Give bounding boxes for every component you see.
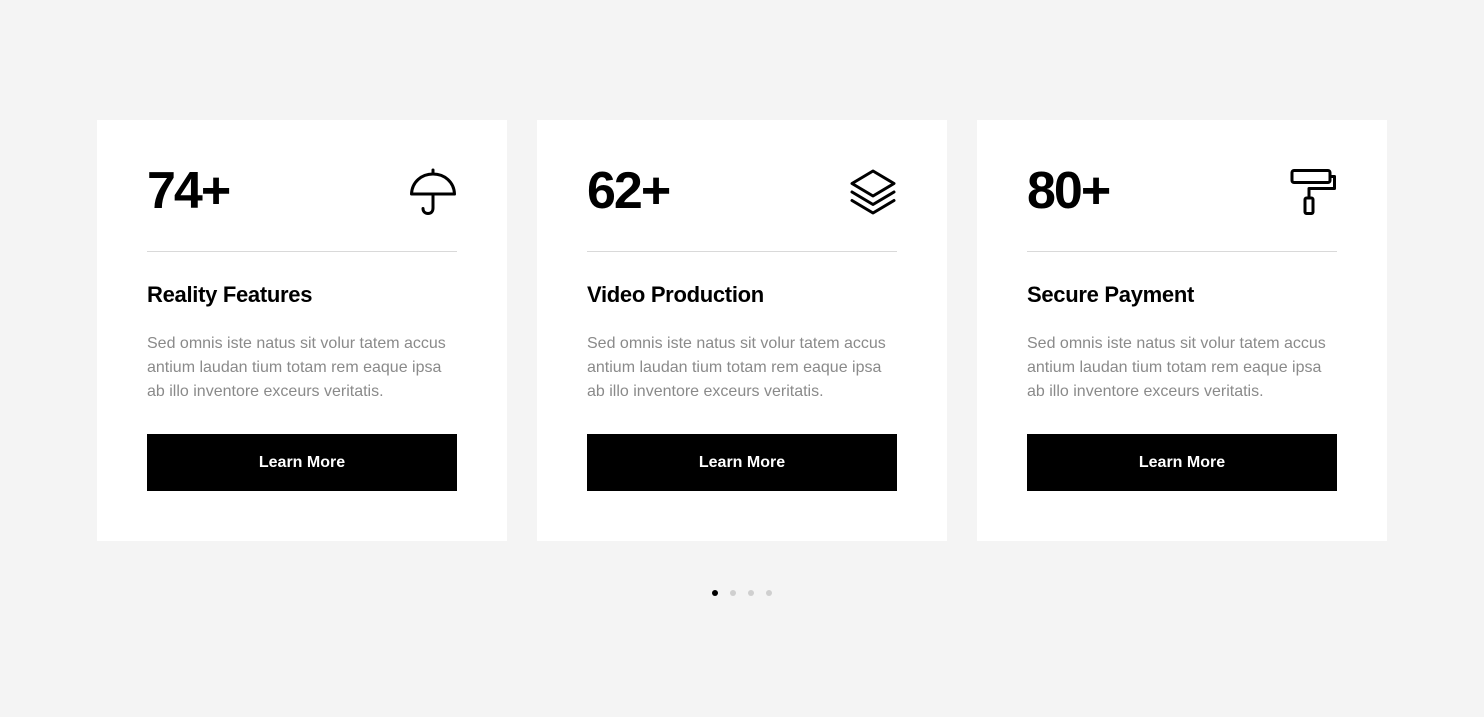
learn-more-button[interactable]: Learn More <box>587 434 897 491</box>
carousel-pagination <box>712 590 772 596</box>
card-title: Video Production <box>587 282 764 307</box>
learn-more-button[interactable]: Learn More <box>147 434 457 491</box>
pagination-dot-3[interactable] <box>748 590 754 596</box>
card-header: 74+ <box>147 120 457 252</box>
stat-number: 74+ <box>147 162 231 220</box>
services-carousel: 74+ Reality Features Sed omnis iste natu… <box>97 120 1387 541</box>
pagination-dot-2[interactable] <box>730 590 736 596</box>
pagination-dot-4[interactable] <box>766 590 772 596</box>
pagination-dot-1[interactable] <box>712 590 718 596</box>
layers-icon <box>849 168 897 216</box>
card-description: Sed omnis iste natus sit volur tatem acc… <box>587 335 886 400</box>
card-description: Sed omnis iste natus sit volur tatem acc… <box>1027 335 1326 400</box>
service-card-video-production: 62+ Video Production Sed omnis iste natu… <box>537 120 947 541</box>
stat-number: 62+ <box>587 162 671 220</box>
card-header: 62+ <box>587 120 897 252</box>
stat-number: 80+ <box>1027 162 1111 220</box>
umbrella-icon <box>409 168 457 216</box>
card-header: 80+ <box>1027 120 1337 252</box>
paint-roller-icon <box>1289 168 1337 216</box>
service-card-reality-features: 74+ Reality Features Sed omnis iste natu… <box>97 120 507 541</box>
card-title: Secure Payment <box>1027 282 1194 307</box>
card-title: Reality Features <box>147 282 313 307</box>
learn-more-button[interactable]: Learn More <box>1027 434 1337 491</box>
service-card-secure-payment: 80+ Secure Payment Sed omnis iste natus … <box>977 120 1387 541</box>
card-description: Sed omnis iste natus sit volur tatem acc… <box>147 335 446 400</box>
